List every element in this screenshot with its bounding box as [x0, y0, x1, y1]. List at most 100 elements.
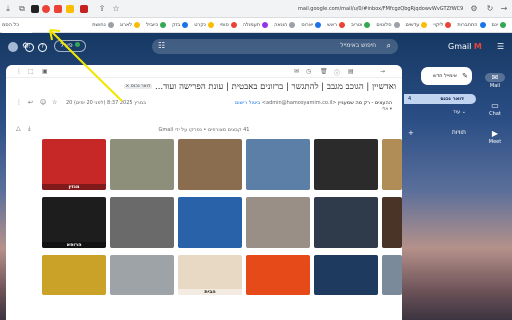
sender-name[interactable]: ההעצים - רק מה שמעניין: [338, 100, 392, 106]
bookmark[interactable]: סופי: [220, 22, 237, 28]
help-icon[interactable]: ?: [38, 43, 47, 52]
add-label-icon[interactable]: +: [408, 129, 414, 137]
attachment-thumbnail[interactable]: [382, 255, 402, 295]
bookmark[interactable]: עדשים: [406, 22, 428, 28]
inbox-tag[interactable]: דואר נכנס ×: [123, 84, 153, 89]
browser-toolbar: ⤓ ⧉ ⇪ ☆ mail.google.com/mail/u/0/#inbox/…: [0, 0, 512, 18]
more-icon[interactable]: ⋮: [16, 68, 22, 75]
attachment-thumbnail[interactable]: [246, 255, 310, 295]
bookmark[interactable]: הונאה: [274, 22, 296, 28]
extension-icon[interactable]: [54, 5, 62, 13]
download-icon[interactable]: ⤓: [2, 3, 14, 15]
bookmark[interactable]: בזק: [172, 22, 189, 28]
bookmark[interactable]: וטריב: [351, 22, 371, 28]
attachment-thumbnail[interactable]: [246, 139, 310, 190]
rail-mail[interactable]: ✉ Mail: [478, 73, 512, 89]
search-icon[interactable]: ⌕: [387, 41, 391, 51]
bookmark[interactable]: יארוס: [301, 22, 322, 28]
star-icon[interactable]: ☆: [110, 3, 122, 15]
bookmark-icon: [262, 22, 269, 28]
bookmark-icon: [107, 22, 114, 28]
extension-icon[interactable]: [42, 5, 50, 13]
extensions-icon[interactable]: ⧉: [16, 3, 28, 15]
move-icon[interactable]: ▣: [42, 68, 48, 75]
extension-icon[interactable]: [80, 5, 88, 13]
share-icon[interactable]: ⇪: [96, 3, 108, 15]
bookmark-icon: [289, 22, 296, 28]
bookmark[interactable]: ראש: [327, 22, 345, 28]
address-bar[interactable]: mail.google.com/mail/u/0/#inbox/FMfcgzQb…: [298, 3, 463, 15]
attachment-thumbnail[interactable]: הבית: [178, 255, 242, 295]
unsubscribe-link[interactable]: ביטול רישום: [235, 100, 260, 106]
avatar[interactable]: [8, 42, 18, 52]
nav-item-inbox[interactable]: דואר נכנס 4: [404, 94, 476, 104]
attachment-thumbnail[interactable]: [110, 197, 174, 248]
nav-item-more[interactable]: ⌄ עוד: [404, 107, 476, 117]
all-bookmarks-folder[interactable]: כל הסמ: [2, 18, 32, 33]
bookmark[interactable]: נחושת: [92, 22, 114, 28]
attachment-thumbnail[interactable]: [314, 139, 378, 190]
bookmarks-bar: ינם התחברות ליקוי עדשים סלוטים וטריב ראש…: [0, 18, 512, 33]
attachment-thumbnail[interactable]: [110, 139, 174, 190]
bookmark[interactable]: ליקוי: [433, 22, 452, 28]
back-icon[interactable]: →: [498, 3, 510, 15]
settings-icon[interactable]: ⚙: [22, 41, 29, 50]
bookmark[interactable]: לארוג: [120, 22, 141, 28]
gmail-m-icon: M: [473, 42, 482, 51]
inbox-count: 4: [408, 96, 412, 102]
bookmark-icon: [445, 22, 452, 28]
attachment-thumbnail[interactable]: [314, 197, 378, 248]
bookmark-icon: [479, 22, 486, 28]
attachment-thumbnail[interactable]: [178, 197, 242, 248]
bookmark-icon: [134, 22, 141, 28]
snooze-icon[interactable]: ◷: [306, 68, 311, 75]
rail-chat[interactable]: ▭ Chat: [478, 101, 512, 117]
search-input[interactable]: חיפוש באימייל: [340, 42, 376, 49]
bookmark[interactable]: התחברות: [457, 22, 486, 28]
attachment-thumbnail[interactable]: [382, 139, 402, 190]
bookmark-icon: [182, 22, 189, 28]
attachment-thumbnail[interactable]: הרופא: [42, 197, 106, 248]
extension-icon[interactable]: [31, 5, 39, 13]
reload-icon[interactable]: ↻: [484, 3, 496, 15]
attachment-thumbnail[interactable]: [382, 197, 402, 248]
bookmark[interactable]: ינם: [492, 22, 506, 28]
attachment-thumbnail[interactable]: [110, 255, 174, 295]
recipient[interactable]: אלי ▾: [382, 107, 392, 112]
bookmark-icon: [230, 22, 237, 28]
meet-icon: ▶: [491, 129, 499, 138]
archive-icon[interactable]: ▤: [348, 68, 354, 75]
bookmark[interactable]: כיוביל: [146, 22, 167, 28]
mark-unread-icon[interactable]: ✉: [294, 68, 299, 75]
extension-icon[interactable]: [66, 5, 74, 13]
attachment-thumbnail[interactable]: [314, 255, 378, 295]
attachment-thumbnail[interactable]: [178, 139, 242, 190]
bookmark[interactable]: נקרט: [194, 22, 214, 28]
emoji-icon[interactable]: ☺: [40, 99, 46, 106]
rail-meet[interactable]: ▶ Meet: [478, 129, 512, 145]
bookmark[interactable]: סלוטים: [376, 22, 400, 28]
reply-icon[interactable]: ↩: [28, 99, 33, 106]
back-icon[interactable]: →: [380, 68, 385, 75]
bookmark-icon: [160, 22, 167, 28]
report-icon[interactable]: ⓘ: [334, 68, 340, 77]
bookmark-icon: [338, 22, 345, 28]
star-icon[interactable]: ☆: [52, 99, 57, 106]
more-icon[interactable]: ⋮: [16, 99, 22, 106]
site-info-icon[interactable]: ⚙: [468, 3, 480, 15]
menu-icon[interactable]: ☰: [497, 42, 504, 51]
attachment-thumbnail[interactable]: [246, 197, 310, 248]
search-bar[interactable]: ⌕ חיפוש באימייל ☷: [152, 39, 398, 54]
label-icon[interactable]: ⬚: [28, 68, 34, 75]
search-options-icon[interactable]: ☷: [158, 41, 165, 50]
sender-email: <admin@hamosyamim.co.il>: [261, 100, 337, 106]
delete-icon[interactable]: 🗑: [320, 68, 328, 75]
attachment-thumbnail[interactable]: מגזין: [42, 139, 106, 190]
gmail-logo[interactable]: Gmail M: [448, 42, 482, 51]
bookmark-icon: [207, 22, 214, 28]
status-badge[interactable]: פעיל: [54, 40, 86, 52]
attachment-thumbnail[interactable]: [42, 255, 106, 295]
compose-button[interactable]: ✎ אימייל חדש: [421, 67, 472, 85]
mail-icon: ✉: [485, 73, 505, 82]
bookmark[interactable]: תעמולה: [243, 22, 269, 28]
